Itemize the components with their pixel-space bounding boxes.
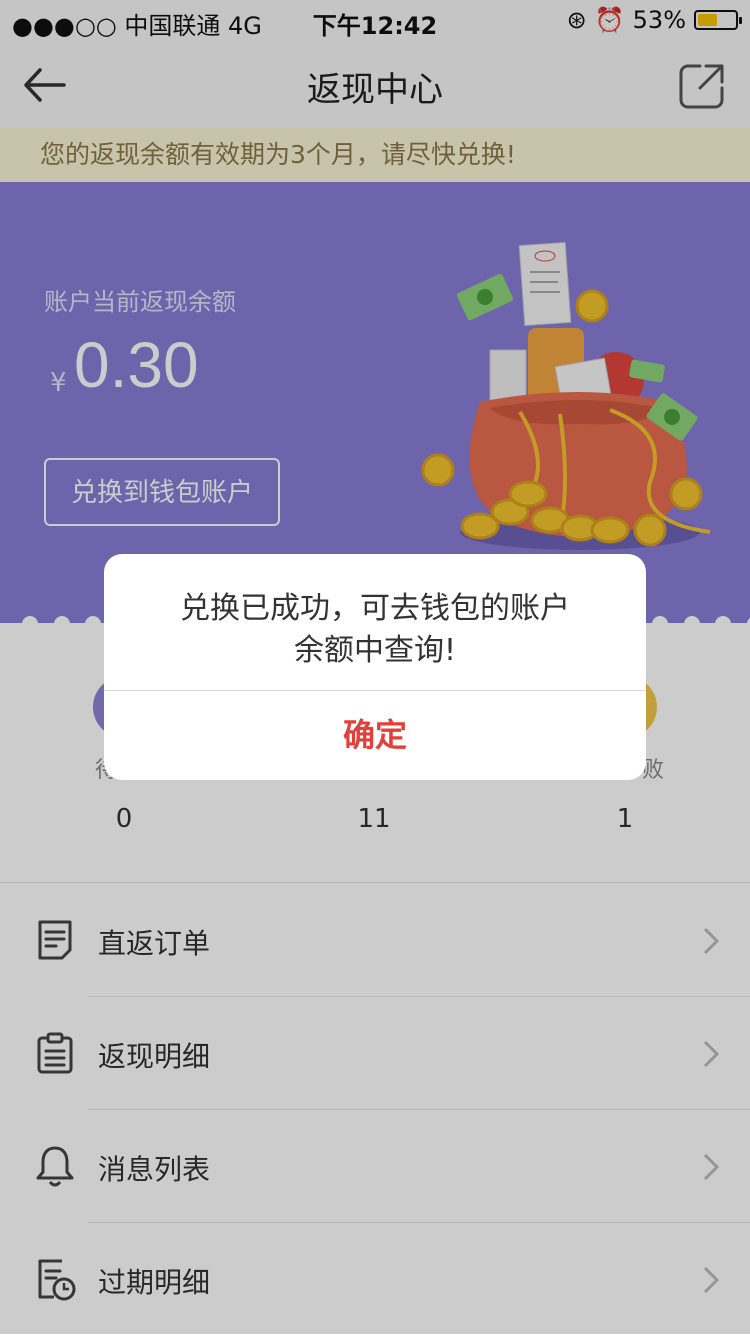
- dialog-message: 兑换已成功，可去钱包的账户 余额中查询!: [104, 588, 646, 672]
- dialog-message-line2: 余额中查询!: [104, 630, 646, 672]
- confirm-button[interactable]: 确定: [104, 690, 646, 780]
- dialog-message-line1: 兑换已成功，可去钱包的账户: [104, 588, 646, 630]
- success-dialog: 兑换已成功，可去钱包的账户 余额中查询! 确定: [104, 554, 646, 780]
